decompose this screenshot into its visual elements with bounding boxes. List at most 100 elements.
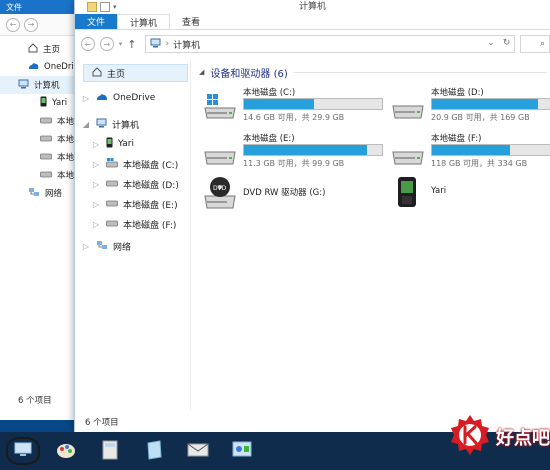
tab-computer[interactable]: 计算机	[117, 14, 171, 29]
watermark: 好点吧	[448, 413, 550, 460]
back-button[interactable]: ←	[6, 17, 20, 32]
chevron-down-icon[interactable]: ⌄	[487, 38, 495, 48]
recent-locations-chevron-icon[interactable]: ▾	[119, 40, 123, 48]
address-bar[interactable]: › 计算机 ⌄ ↻	[145, 35, 516, 53]
expand-chevron-icon[interactable]: ▷	[91, 200, 101, 209]
sidebar-item-yari[interactable]: ▷ Yari	[81, 134, 190, 154]
back-tree-label: 本地	[57, 117, 75, 127]
sidebar-item-drive-d[interactable]: ▷ 本地磁盘 (D:)	[81, 174, 190, 194]
sidebar-item-network[interactable]: ▷ 网络	[81, 236, 190, 256]
back-tree-label: 本地	[57, 135, 75, 145]
dvd-drive-item[interactable]: DVD DVD RW 驱动器 (G:)	[203, 176, 353, 218]
back-tree-item-drive-1[interactable]: 本地	[0, 112, 84, 130]
back-button[interactable]: ←	[81, 37, 95, 51]
drive-item-c[interactable]: 本地磁盘 (C:) 14.6 GB 可用，共 29.9 GB	[203, 86, 383, 128]
drive-usage-bar	[243, 98, 383, 110]
sidebar-item-label: Yari	[118, 139, 134, 149]
up-button[interactable]: ↑	[127, 38, 136, 51]
expand-chevron-icon[interactable]: ▷	[91, 220, 101, 229]
back-nav-bar: ← →	[0, 14, 83, 36]
sidebar-item-drive-c[interactable]: ▷ 本地磁盘 (C:)	[81, 154, 190, 174]
back-tree-item-network[interactable]: 网络	[0, 184, 84, 202]
back-tree-item-onedrive[interactable]: OneDrive	[0, 58, 84, 76]
back-tree-label: 计算机	[34, 81, 60, 91]
group-header[interactable]: ◢ 设备和驱动器 (6)	[199, 64, 547, 80]
expand-chevron-icon[interactable]: ▷	[91, 160, 101, 169]
back-explorer-window: 文件 ← → 主页 OneDrive 计算机 Yari 本地 本地 本地 本地 …	[0, 0, 84, 420]
drive-icon	[40, 134, 52, 145]
sidebar-item-label: 本地磁盘 (C:)	[123, 160, 179, 171]
back-tree-item-drive-4[interactable]: 本地	[0, 166, 84, 184]
drive-name: 本地磁盘 (C:)	[243, 88, 296, 98]
drive-usage-fill	[432, 145, 510, 155]
forward-button[interactable]: →	[99, 37, 114, 51]
explorer-window: ▾ 计算机 文件 计算机 查看 ← → ▾ ↑ › 计算机 ⌄ ↻ ⌕ 主页 ▷…	[74, 0, 550, 432]
gear-k-logo	[448, 413, 492, 460]
collapse-chevron-icon[interactable]: ◢	[199, 68, 204, 76]
tab-view[interactable]: 查看	[170, 14, 212, 29]
drive-icon	[106, 199, 118, 210]
back-tree-item-home[interactable]: 主页	[0, 40, 84, 58]
phone-device-item[interactable]: Yari	[391, 176, 541, 218]
sidebar-item-drive-e[interactable]: ▷ 本地磁盘 (E:)	[81, 194, 190, 214]
drive-item-f[interactable]: 本地磁盘 (F:) 118 GB 可用，共 334 GB	[391, 132, 550, 174]
drive-name: Yari	[431, 186, 447, 196]
computer-icon	[96, 118, 107, 131]
drive-name: 本地磁盘 (F:)	[431, 134, 482, 144]
collapse-chevron-icon[interactable]: ◢	[81, 120, 91, 129]
search-input[interactable]: ⌕	[520, 35, 550, 53]
refresh-icon[interactable]: ↻	[503, 38, 511, 48]
back-navigation-tree: 主页 OneDrive 计算机 Yari 本地 本地 本地 本地 网络	[0, 40, 84, 202]
phone-icon	[397, 176, 431, 207]
taskbar-paint[interactable]	[48, 436, 84, 466]
expand-chevron-icon[interactable]: ▷	[81, 94, 91, 103]
drive-item-e[interactable]: 本地磁盘 (E:) 11.3 GB 可用，共 99.9 GB	[203, 132, 383, 174]
home-icon	[92, 66, 102, 80]
titlebar: ▾ 计算机	[75, 0, 550, 14]
navigation-bar: ← → ▾ ↑ › 计算机 ⌄ ↻ ⌕	[75, 30, 550, 58]
taskbar-control-panel[interactable]	[224, 436, 260, 466]
back-file-menu[interactable]: 文件	[6, 2, 22, 13]
forward-button[interactable]: →	[24, 17, 38, 32]
windows-drive-icon	[203, 94, 237, 120]
content-pane: ◢ 设备和驱动器 (6) 本地磁盘 (C:) 14.6 GB 可用，共 29.9…	[199, 64, 550, 404]
drive-icon	[106, 219, 118, 230]
back-tree-item-computer[interactable]: 计算机	[0, 76, 84, 94]
back-tree-item-yari[interactable]: Yari	[0, 94, 84, 112]
taskbar-calculator[interactable]	[92, 436, 128, 466]
back-tree-item-drive-2[interactable]: 本地	[0, 130, 84, 148]
taskbar-notepad[interactable]	[136, 436, 172, 466]
taskbar-computer[interactable]	[6, 437, 40, 465]
back-tree-label: 主页	[43, 45, 61, 55]
sidebar-item-onedrive[interactable]: ▷ OneDrive	[81, 88, 190, 108]
windows-drive-icon	[106, 157, 118, 171]
sidebar-item-label: 网络	[113, 242, 132, 253]
sidebar-item-computer[interactable]: ◢ 计算机	[81, 114, 190, 134]
onedrive-icon	[96, 93, 108, 104]
drive-free-space: 11.3 GB 可用，共 99.9 GB	[243, 159, 345, 168]
drive-name: 本地磁盘 (E:)	[243, 134, 295, 144]
tab-file[interactable]: 文件	[75, 14, 118, 29]
network-icon	[96, 240, 108, 253]
network-icon	[28, 187, 40, 200]
drive-usage-fill	[244, 99, 315, 109]
drive-usage-bar	[243, 144, 383, 156]
sidebar-item-drive-f[interactable]: ▷ 本地磁盘 (F:)	[81, 214, 190, 234]
back-tree-item-drive-3[interactable]: 本地	[0, 148, 84, 166]
back-tree-label: 网络	[45, 189, 63, 199]
phone-icon	[106, 137, 113, 151]
expand-chevron-icon[interactable]: ▷	[81, 242, 91, 251]
drive-name: DVD RW 驱动器 (G:)	[243, 188, 326, 198]
paint-icon	[55, 440, 77, 463]
window-title: 计算机	[298, 2, 326, 12]
breadcrumb[interactable]: 计算机	[173, 38, 200, 51]
computer-icon	[13, 442, 33, 461]
drive-icon	[106, 179, 118, 190]
expand-chevron-icon[interactable]: ▷	[91, 180, 101, 189]
sidebar-item-label: 计算机	[112, 120, 140, 131]
taskbar-mail[interactable]	[180, 436, 216, 466]
group-divider	[293, 71, 547, 73]
sidebar-item-home[interactable]: 主页	[83, 64, 188, 82]
expand-chevron-icon[interactable]: ▷	[91, 140, 101, 149]
drive-item-d[interactable]: 本地磁盘 (D:) 20.9 GB 可用，共 169 GB	[391, 86, 550, 128]
